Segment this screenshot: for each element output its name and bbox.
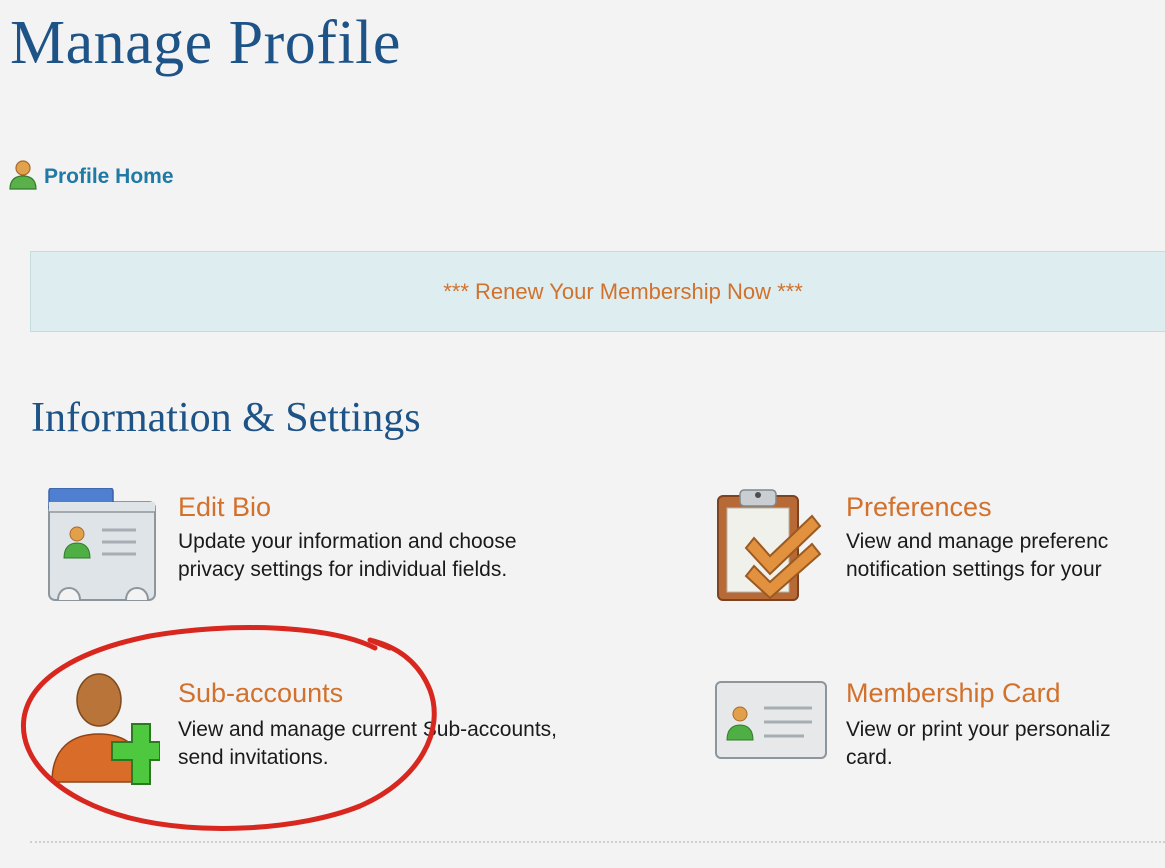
preferences-description-line-1: View and manage preferenc (846, 530, 1109, 553)
renew-membership-banner: *** Renew Your Membership Now *** (30, 251, 1165, 332)
contact-card-icon (44, 487, 162, 609)
sub-accounts-link[interactable]: Sub-accounts (178, 678, 343, 708)
membership-card-link[interactable]: Membership Card (846, 678, 1061, 708)
sub-accounts-description-line-1: View and manage current Sub-accounts, (178, 718, 558, 741)
edit-bio-link[interactable]: Edit Bio (178, 492, 271, 522)
edit-bio-description-line-2: privacy settings for individual fields. (178, 558, 508, 581)
sub-accounts-description-line-2: send invitations. (178, 746, 329, 769)
membership-card-tile[interactable]: Membership Card View or print your perso… (714, 676, 1165, 796)
page-title: Manage Profile (10, 9, 401, 77)
membership-card-description-line-1: View or print your personaliz (846, 718, 1111, 741)
preferences-description-line-2: notification settings for your (846, 558, 1102, 581)
profile-home-link[interactable]: Profile Home (8, 158, 174, 195)
sub-accounts-tile[interactable]: Sub-accounts View and manage current Sub… (48, 672, 658, 792)
section-title: Information & Settings (31, 395, 421, 441)
renew-membership-link[interactable]: *** Renew Your Membership Now *** (393, 279, 803, 305)
add-user-icon (48, 672, 161, 795)
profile-home-label: Profile Home (44, 164, 174, 188)
clipboard-checklist-icon (714, 486, 826, 609)
edit-bio-description-line-1: Update your information and choose (178, 530, 517, 553)
membership-card-description-line-2: card. (846, 746, 893, 769)
user-icon (8, 158, 38, 195)
id-card-icon (714, 680, 830, 767)
edit-bio-tile[interactable]: Edit Bio Update your information and cho… (44, 487, 644, 609)
section-divider (30, 841, 1165, 843)
preferences-link[interactable]: Preferences (846, 492, 992, 522)
preferences-tile[interactable]: Preferences View and manage preferenc no… (714, 486, 1165, 606)
